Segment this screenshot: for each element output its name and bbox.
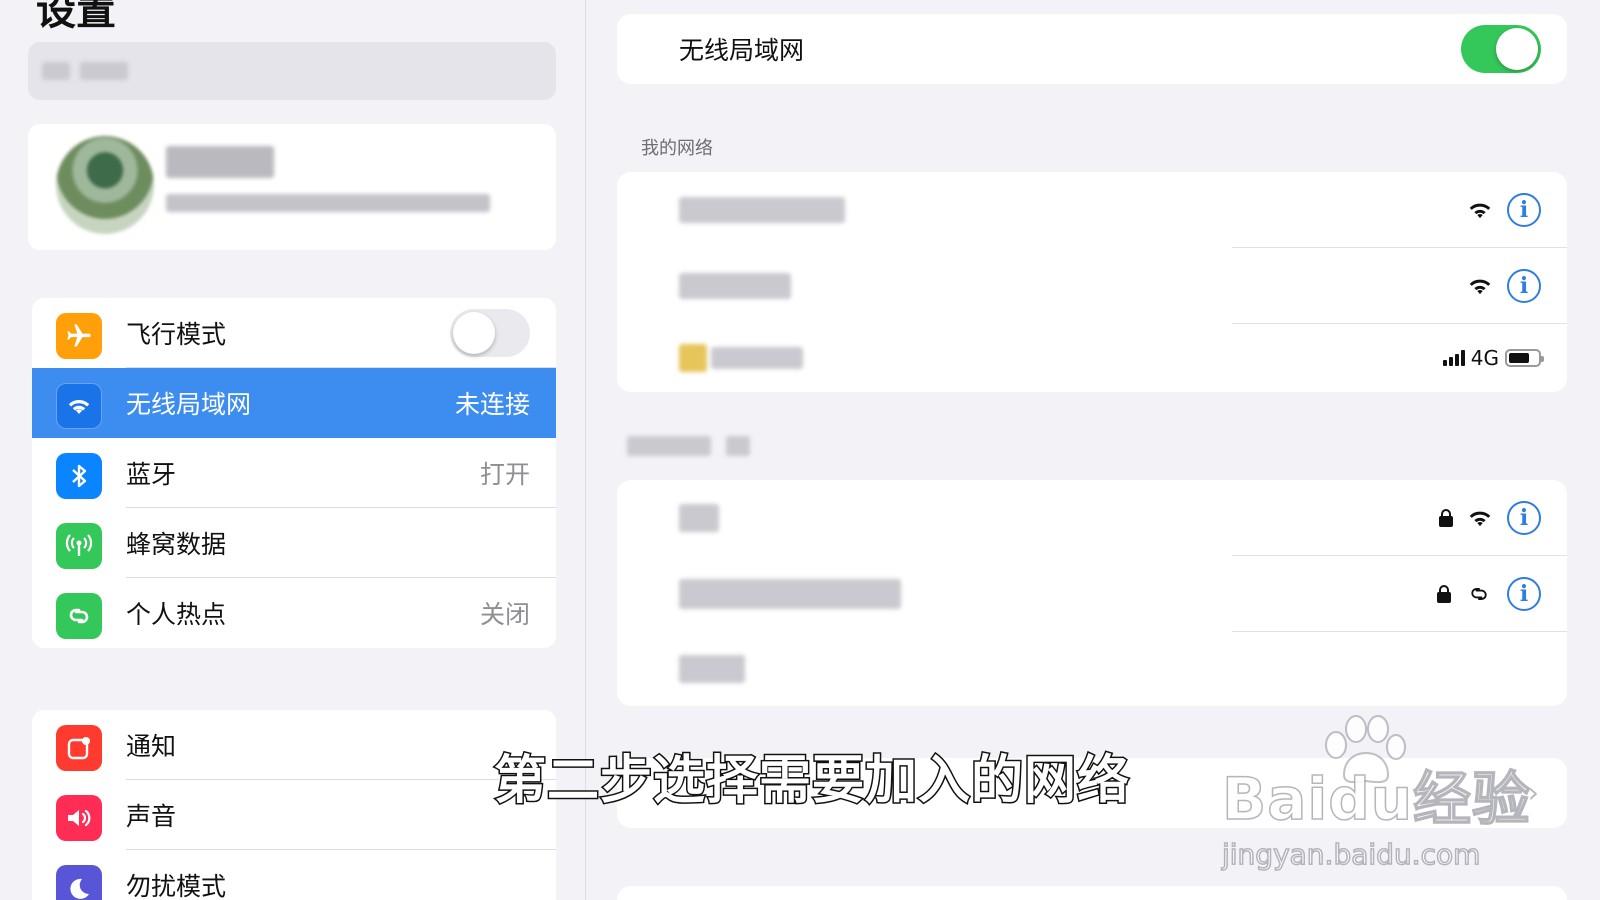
hotspot-status-value: 关闭 xyxy=(479,600,530,629)
sidebar-item-label: 通知 xyxy=(126,732,177,761)
sidebar-item-label: 飞行模式 xyxy=(126,320,227,349)
sidebar-item-label: 无线局域网 xyxy=(126,390,252,419)
info-icon[interactable]: i xyxy=(1507,577,1541,611)
notifications-group: 通知 声音 勿扰模式 xyxy=(32,710,556,900)
info-icon[interactable]: i xyxy=(1507,269,1541,303)
sidebar-item-label: 个人热点 xyxy=(126,600,227,629)
network-row[interactable]: i xyxy=(617,556,1567,632)
wifi-icon xyxy=(56,383,102,429)
wifi-toggle-card: 无线局域网 xyxy=(617,14,1567,84)
hotspot-link-icon xyxy=(1471,587,1487,601)
airplane-icon xyxy=(56,313,102,359)
search-input[interactable] xyxy=(28,42,556,100)
search-placeholder-blurred xyxy=(80,62,128,80)
signal-bars-icon xyxy=(1442,350,1465,366)
sidebar-item-bluetooth[interactable]: 蓝牙 打开 xyxy=(32,438,556,508)
wifi-signal-icon xyxy=(1469,279,1491,295)
sidebar-item-airplane-mode[interactable]: 飞行模式 xyxy=(32,298,556,368)
wifi-toggle[interactable] xyxy=(1461,25,1541,73)
network-row[interactable]: i xyxy=(617,172,1567,248)
sidebar-item-label: 蓝牙 xyxy=(126,460,177,489)
network-row[interactable]: i xyxy=(617,480,1567,556)
notifications-icon xyxy=(56,725,102,771)
battery-icon xyxy=(1505,349,1544,367)
hotspot-icon xyxy=(56,593,102,639)
lock-icon xyxy=(1437,585,1451,603)
sidebar-item-wifi[interactable]: 无线局域网 未连接 xyxy=(32,368,556,438)
my-networks-list: i i 4G xyxy=(617,172,1567,392)
watermark-brand: Baidu经验 xyxy=(1221,764,1532,834)
network-row[interactable]: i xyxy=(617,248,1567,324)
network-name-blurred xyxy=(679,504,719,532)
search-icon xyxy=(42,62,70,80)
watermark-url: jingyan.baidu.com xyxy=(1221,837,1481,872)
baidu-watermark: Baidu经验 jingyan.baidu.com xyxy=(1221,752,1532,872)
next-settings-card xyxy=(617,886,1567,900)
other-networks-header-blurred xyxy=(627,436,751,460)
connectivity-group: 飞行模式 无线局域网 未连接 蓝牙 打开 蜂窝数据 个人热点 关闭 xyxy=(32,298,556,648)
account-name-blurred xyxy=(166,146,274,178)
personal-hotspot-network-row[interactable]: 4G xyxy=(617,324,1567,392)
wifi-toggle-label: 无线局域网 xyxy=(679,36,805,65)
network-name-blurred xyxy=(679,197,845,223)
moon-icon xyxy=(56,865,102,900)
cellular-icon xyxy=(56,523,102,569)
other-network-label-blurred xyxy=(679,655,745,683)
wifi-signal-icon xyxy=(1469,203,1491,219)
info-icon[interactable]: i xyxy=(1507,193,1541,227)
sidebar-item-do-not-disturb[interactable]: 勿扰模式 xyxy=(32,850,556,900)
bluetooth-icon xyxy=(56,453,102,499)
other-network-row[interactable] xyxy=(617,632,1567,706)
other-networks-list: i i xyxy=(617,480,1567,706)
video-subtitle: 第二步选择需要加入的网络 xyxy=(492,750,1131,813)
network-name-blurred xyxy=(711,347,803,369)
cellular-type-label: 4G xyxy=(1470,346,1499,370)
sidebar-item-label: 勿扰模式 xyxy=(126,872,227,900)
sidebar-item-cellular[interactable]: 蜂窝数据 xyxy=(32,508,556,578)
network-name-blurred xyxy=(679,273,791,299)
wifi-signal-icon xyxy=(1469,511,1491,527)
info-icon[interactable]: i xyxy=(1507,501,1541,535)
hotspot-device-icon-blurred xyxy=(679,344,707,372)
avatar xyxy=(56,136,154,234)
lock-icon xyxy=(1439,509,1453,527)
cellular-status: 4G xyxy=(1442,346,1544,370)
network-name-blurred xyxy=(679,579,901,609)
my-networks-header: 我的网络 xyxy=(641,138,713,159)
wifi-status-value: 未连接 xyxy=(454,390,530,419)
sound-icon xyxy=(56,795,102,841)
sidebar-item-label: 声音 xyxy=(126,802,177,831)
sidebar-title: 设置 xyxy=(36,0,116,34)
apple-id-card[interactable] xyxy=(28,124,556,250)
airplane-mode-toggle[interactable] xyxy=(450,309,530,357)
bluetooth-status-value: 打开 xyxy=(479,460,530,489)
account-subtitle-blurred xyxy=(166,194,490,212)
sidebar-item-sound[interactable]: 声音 xyxy=(32,780,556,850)
sidebar-item-notifications[interactable]: 通知 xyxy=(32,710,556,780)
sidebar-item-hotspot[interactable]: 个人热点 关闭 xyxy=(32,578,556,648)
sidebar-item-label: 蜂窝数据 xyxy=(126,530,227,559)
